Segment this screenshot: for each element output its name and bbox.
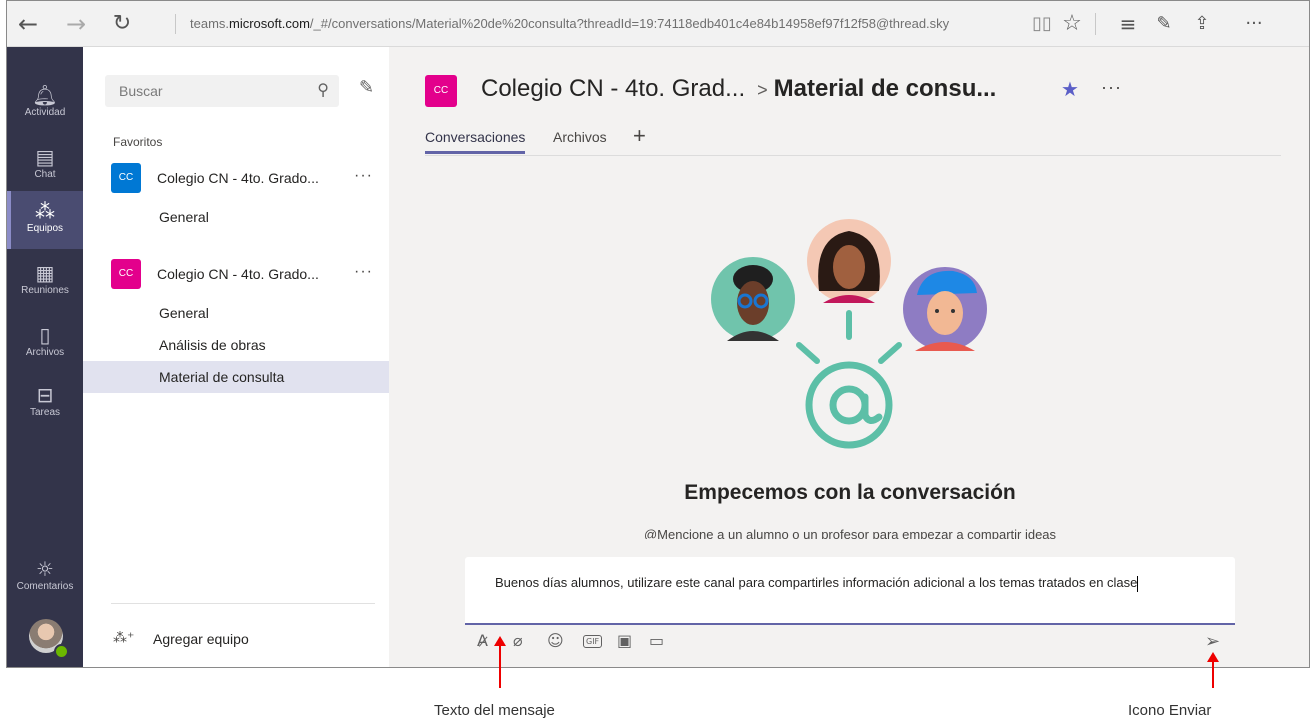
more-icon[interactable]: ··· (1237, 1, 1271, 47)
person-avatar-left (711, 257, 795, 341)
team-avatar: CC (111, 163, 141, 193)
empty-state-illustration (711, 219, 987, 449)
annotation-send-label: Icono Enviar (1128, 702, 1212, 719)
lightbulb-icon: ☼ (36, 557, 54, 581)
mention-at-icon (796, 310, 902, 449)
bag-icon: ⊟ (36, 383, 54, 407)
search-input[interactable]: Buscar ⚲ (105, 75, 339, 107)
search-icon: ⚲ (317, 80, 329, 99)
teams-icon: ⁂ (35, 199, 55, 223)
add-team-button[interactable]: Agregar equipo (153, 631, 249, 647)
channel-label: Material de consulta (159, 369, 285, 385)
toolbar-divider (1095, 13, 1096, 35)
breadcrumb-channel: Material de consu... (773, 75, 997, 102)
team-more-button[interactable]: ··· (354, 263, 373, 281)
pen-icon[interactable]: ✎ (1147, 1, 1181, 47)
breadcrumb-separator: > (757, 80, 768, 100)
annotation-message-label: Texto del mensaje (434, 702, 555, 719)
bell-icon: 🔔︎ (32, 83, 58, 107)
address-bar[interactable]: teams.microsoft.com/_#/conversations/Mat… (175, 14, 1030, 34)
channel-more-button[interactable]: ··· (1101, 77, 1122, 98)
browser-toolbar: ← → ↻ teams.microsoft.com/_#/conversatio… (7, 1, 1309, 47)
channel-item-general-1[interactable]: General (83, 201, 389, 233)
annotation-arrow-message (499, 644, 501, 688)
team-avatar-header: CC (425, 75, 457, 107)
file-icon: ▯ (39, 323, 51, 347)
message-text: Buenos días alumnos, utilizare este cana… (495, 575, 1138, 590)
team-avatar: CC (111, 259, 141, 289)
format-icon[interactable]: A̷ (477, 631, 488, 650)
rail-item-archivos[interactable]: ▯ Archivos (7, 315, 83, 373)
message-compose-box[interactable]: Buenos días alumnos, utilizare este cana… (465, 557, 1235, 625)
empty-state-heading: Empecemos con la conversación (684, 481, 1016, 504)
gif-icon[interactable]: GIF (583, 635, 603, 648)
team-item-1[interactable]: CC Colegio CN - 4to. Grado... ··· (111, 163, 377, 195)
calendar-icon: ▦ (35, 261, 55, 285)
favorite-icon[interactable]: ☆ (1055, 1, 1089, 47)
browser-window: ← → ↻ teams.microsoft.com/_#/conversatio… (6, 0, 1310, 668)
emoji-icon[interactable]: ☺ (547, 631, 564, 650)
channel-item-material[interactable]: Material de consulta (83, 361, 389, 393)
star-icon[interactable]: ★ (1061, 77, 1079, 101)
send-icon[interactable]: ➢ (1205, 631, 1220, 652)
hub-icon[interactable]: ≡ (1111, 1, 1145, 47)
rail-item-chat[interactable]: ▤ Chat (7, 137, 83, 195)
add-tab-button[interactable]: + (633, 123, 646, 149)
back-icon[interactable]: ← (11, 1, 45, 47)
rail-item-tareas[interactable]: ⊟ Tareas (7, 375, 83, 433)
rail-label: Archivos (25, 347, 65, 358)
annotation-arrow-send (1212, 660, 1214, 688)
app-rail: 🔔︎ Actividad ▤ Chat ⁂ Equipos ▦ Reunione… (7, 47, 83, 667)
forward-icon[interactable]: → (59, 1, 93, 47)
attach-icon[interactable]: ⌀ (513, 631, 523, 650)
tab-conversaciones[interactable]: Conversaciones (425, 129, 526, 154)
person-avatar-center (807, 219, 891, 303)
favorites-heading: Favoritos (113, 135, 163, 149)
add-team-icon: ⁂⁺ (113, 629, 135, 645)
tab-bar: Conversaciones Archivos + (425, 123, 1281, 156)
rail-item-comentarios[interactable]: ☼ Comentarios (7, 549, 83, 607)
conversation-area: CC Colegio CN - 4to. Grad... > Material de… (389, 47, 1309, 667)
text-caret (1137, 575, 1139, 592)
rail-label: Comentarios (16, 581, 74, 592)
sticker-icon[interactable]: ▣ (617, 631, 632, 650)
channel-label: Análisis de obras (159, 337, 266, 353)
rail-label: Reuniones (21, 285, 69, 296)
share-icon[interactable]: ⇪ (1185, 1, 1219, 47)
person-avatar-right (903, 267, 987, 351)
divider (111, 603, 375, 604)
refresh-icon[interactable]: ↻ (105, 1, 139, 47)
channel-item-analisis[interactable]: Análisis de obras (83, 329, 389, 361)
empty-state-subtext: @Mencione a un alumno o un profesor para… (643, 527, 1057, 539)
rail-label: Chat (34, 169, 56, 180)
channel-item-general-2[interactable]: General (83, 297, 389, 329)
team-item-2[interactable]: CC Colegio CN - 4to. Grado... ··· (111, 259, 377, 291)
team-name: Colegio CN - 4to. Grado... (157, 266, 319, 282)
page-title: Colegio CN - 4to. Grad... > Material de co… (481, 75, 996, 103)
new-chat-icon[interactable]: ✎ (359, 77, 374, 98)
meet-now-icon[interactable]: ▭ (649, 631, 664, 650)
teams-panel: Buscar ⚲ ✎ Favoritos CC Colegio CN - 4to… (83, 47, 389, 667)
presence-badge (54, 644, 69, 659)
channel-label: General (159, 209, 209, 225)
rail-label: Actividad (24, 107, 66, 118)
rail-item-equipos[interactable]: ⁂ Equipos (7, 191, 83, 249)
rail-item-reuniones[interactable]: ▦ Reuniones (7, 253, 83, 311)
rail-label: Tareas (29, 407, 60, 418)
rail-label: Equipos (26, 223, 64, 234)
channel-label: General (159, 305, 209, 321)
reading-view-icon[interactable]: ▯▯ (1025, 1, 1059, 47)
tab-archivos[interactable]: Archivos (553, 129, 607, 145)
breadcrumb-team[interactable]: Colegio CN - 4to. Grad... (481, 75, 745, 102)
search-placeholder: Buscar (119, 83, 163, 99)
team-name: Colegio CN - 4to. Grado... (157, 170, 319, 186)
rail-item-actividad[interactable]: 🔔︎ Actividad (7, 75, 83, 133)
team-more-button[interactable]: ··· (354, 167, 373, 185)
chat-icon: ▤ (35, 145, 55, 169)
message-input[interactable]: Buenos días alumnos, utilizare este cana… (495, 573, 1225, 592)
